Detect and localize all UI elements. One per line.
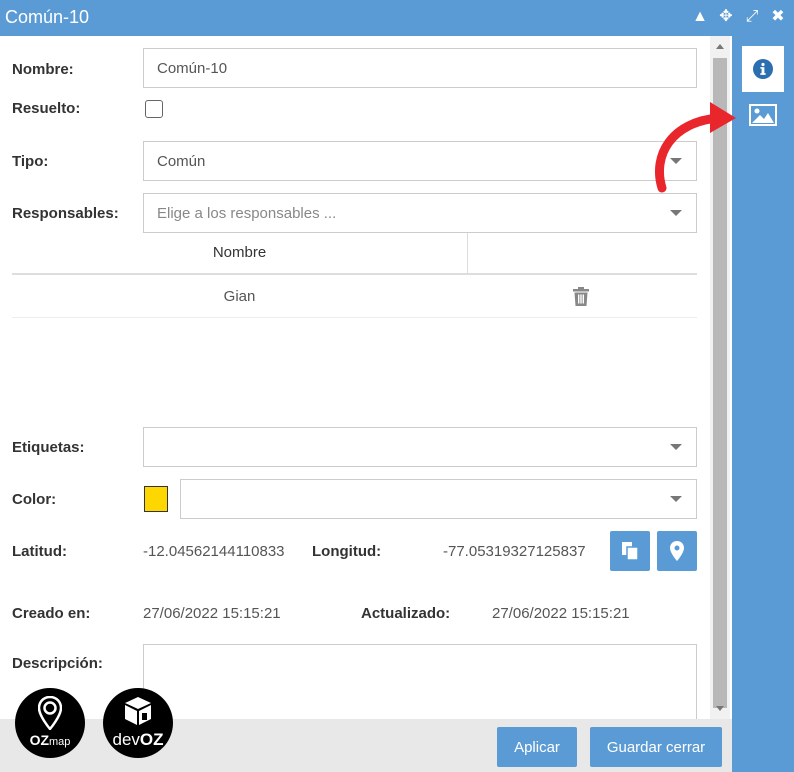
longitud-value: -77.05319327125837 (443, 543, 586, 560)
ozmap-logo: OZmap (15, 688, 85, 758)
chevron-down-icon (670, 210, 682, 216)
ozmap-logo-light: map (49, 736, 71, 748)
close-icon[interactable]: ✖ (768, 8, 788, 26)
actualizado-value: 27/06/2022 15:15:21 (492, 605, 630, 622)
trash-icon[interactable] (572, 287, 590, 306)
location-pin-icon (38, 696, 62, 730)
color-select[interactable] (180, 479, 697, 519)
aplicar-button[interactable]: Aplicar (497, 727, 577, 767)
chevron-down-icon (670, 496, 682, 502)
move-icon[interactable]: ✥ (716, 8, 736, 26)
cube-icon (125, 697, 151, 725)
chevron-down-icon (670, 444, 682, 450)
etiquetas-label: Etiquetas: (12, 439, 85, 456)
tipo-label: Tipo: (12, 153, 49, 170)
color-label: Color: (12, 491, 57, 508)
row-nombre: Gian (223, 288, 256, 305)
form-panel: Nombre: Común-10 Resuelto: Tipo: Común R… (0, 36, 710, 724)
scroll-down-icon[interactable] (716, 706, 724, 711)
responsables-label: Responsables: (12, 205, 119, 222)
creado-label: Creado en: (12, 605, 91, 622)
nombre-value: Común-10 (157, 59, 228, 77)
actualizado-label: Actualizado: (361, 605, 451, 622)
window-title: Común-10 (5, 7, 90, 27)
devoz-logo-light: dev (112, 730, 140, 749)
tipo-value: Común (157, 152, 206, 170)
copy-icon (622, 542, 639, 561)
titlebar-controls: ▲ ✥ ⤢ ✖ (690, 8, 788, 26)
responsables-select[interactable]: Elige a los responsables ... (143, 193, 697, 233)
descripcion-label: Descripción: (12, 655, 103, 672)
column-header-nombre: Nombre (12, 233, 468, 273)
responsables-table-header: Nombre (12, 233, 697, 275)
latitud-label: Latitud: (12, 543, 67, 560)
collapse-icon[interactable]: ▲ (690, 8, 710, 26)
scroll-up-icon[interactable] (716, 44, 724, 49)
info-icon (753, 59, 773, 79)
color-swatch[interactable] (144, 486, 168, 512)
tipo-select[interactable]: Común (143, 141, 697, 181)
ozmap-logo-bold: OZ (29, 732, 50, 748)
table-row: Gian (12, 276, 697, 318)
tab-image[interactable] (742, 94, 784, 136)
expand-icon[interactable]: ⤢ (742, 8, 762, 26)
etiquetas-select[interactable] (143, 427, 697, 467)
window-titlebar: Común-10 ▲ ✥ ⤢ ✖ (0, 0, 794, 36)
devoz-logo: devOZ (103, 688, 173, 758)
creado-value: 27/06/2022 15:15:21 (143, 605, 281, 622)
map-marker-icon (670, 541, 684, 561)
longitud-label: Longitud: (312, 543, 382, 560)
resuelto-checkbox[interactable] (145, 100, 163, 118)
copy-coords-button[interactable] (610, 531, 650, 571)
resuelto-label: Resuelto: (12, 100, 81, 117)
descripcion-textarea[interactable] (143, 644, 697, 724)
image-icon (749, 104, 777, 126)
nombre-input[interactable]: Común-10 (143, 48, 697, 88)
nombre-label: Nombre: (12, 61, 74, 78)
guardar-cerrar-button[interactable]: Guardar cerrar (590, 727, 722, 767)
annotation-arrow (655, 102, 736, 193)
latitud-value: -12.04562144110833 (143, 543, 285, 560)
devoz-logo-bold: OZ (139, 730, 164, 749)
responsables-placeholder: Elige a los responsables ... (157, 204, 337, 222)
locate-map-button[interactable] (657, 531, 697, 571)
tab-info[interactable] (742, 46, 784, 92)
